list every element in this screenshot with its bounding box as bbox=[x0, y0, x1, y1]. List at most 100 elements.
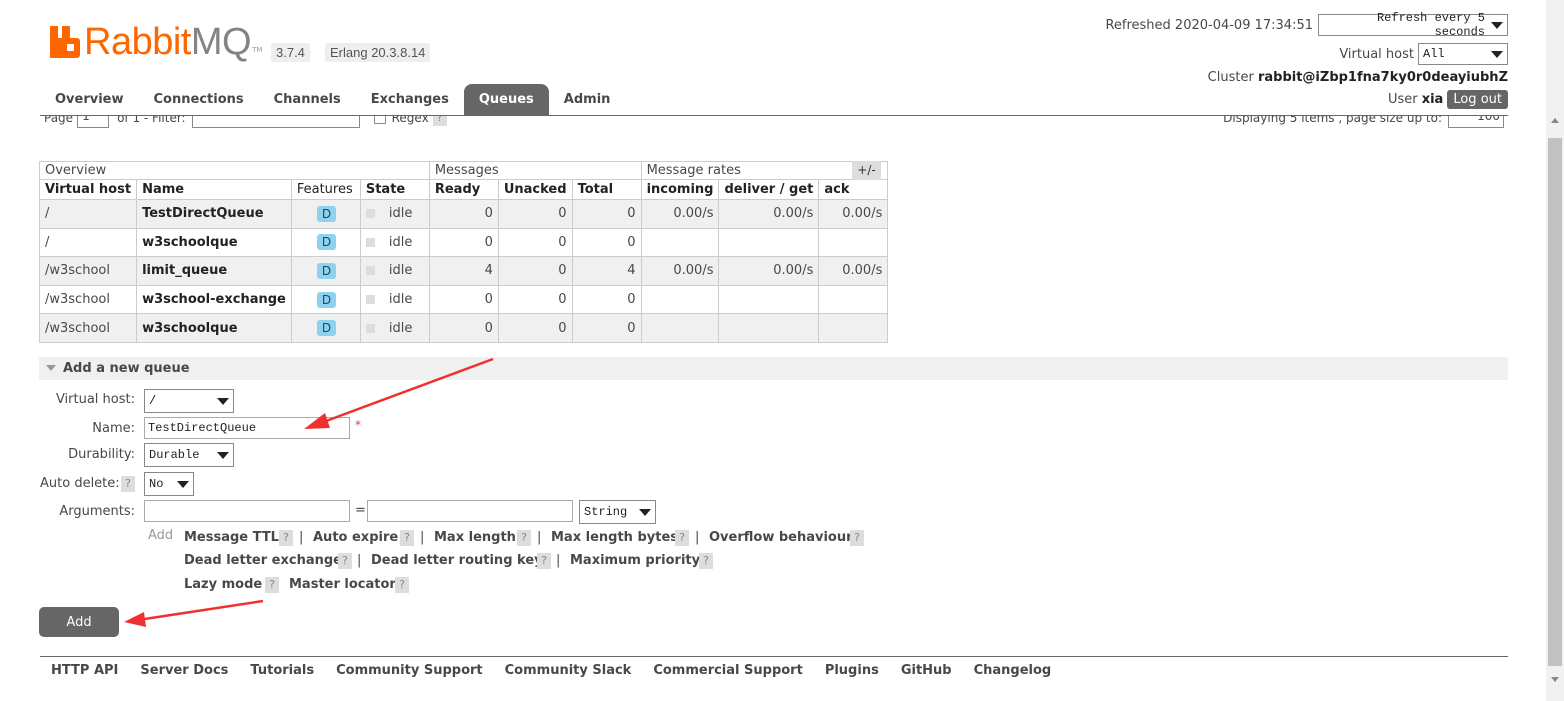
auto-expire-help-icon[interactable]: ? bbox=[400, 530, 414, 546]
footer-changelog[interactable]: Changelog bbox=[963, 663, 1063, 678]
cell-vhost: / bbox=[38, 227, 138, 258]
arg-maximum-priority[interactable]: Maximum priority bbox=[570, 553, 700, 568]
col-incoming[interactable]: incoming bbox=[640, 179, 720, 200]
scroll-up-icon[interactable] bbox=[1551, 118, 1559, 123]
argument-type-select[interactable]: String bbox=[579, 500, 656, 524]
durable-feature-badge: D bbox=[316, 234, 337, 251]
col-name[interactable]: Name bbox=[136, 179, 292, 200]
col-deliver-get[interactable]: deliver / get bbox=[718, 179, 820, 200]
arg-master-locator[interactable]: Master locator bbox=[289, 577, 396, 592]
add-argument-label: Add bbox=[148, 528, 174, 543]
footer-community-support[interactable]: Community Support bbox=[325, 663, 494, 678]
arg-max-length-bytes[interactable]: Max length bytes bbox=[551, 530, 678, 545]
cell-queue-name[interactable]: limit_queue bbox=[136, 256, 292, 286]
footer-plugins[interactable]: Plugins bbox=[814, 663, 890, 678]
arg-lazy-mode[interactable]: Lazy mode bbox=[184, 577, 262, 592]
tab-connections[interactable]: Connections bbox=[139, 84, 259, 115]
queue-row: /w3school limit_queue Didle 4 0 4 0.00/s 0.00/s… bbox=[38, 256, 889, 286]
arg-message-ttl[interactable]: Message TTL bbox=[184, 530, 279, 545]
name-input[interactable]: TestDirectQueue bbox=[144, 417, 350, 439]
col-unacked[interactable]: Unacked bbox=[497, 179, 573, 200]
cell-queue-name[interactable]: w3schoolque bbox=[136, 313, 292, 343]
filter-input[interactable] bbox=[191, 116, 360, 128]
vhost-select[interactable]: All bbox=[1418, 43, 1508, 65]
arg-max-length[interactable]: Max length bbox=[434, 530, 516, 545]
lazy-mode-help-icon[interactable]: ? bbox=[265, 577, 279, 593]
footer-http-api[interactable]: HTTP API bbox=[40, 663, 129, 678]
arg-dead-letter-routing-key[interactable]: Dead letter routing key bbox=[371, 553, 543, 568]
cell-total: 0 bbox=[571, 284, 642, 315]
state-text: idle bbox=[388, 263, 413, 279]
durable-feature-badge: D bbox=[316, 205, 337, 222]
cell-ready: 0 bbox=[428, 199, 499, 229]
page-size-input[interactable]: 100 bbox=[1448, 116, 1504, 128]
footer-community-slack[interactable]: Community Slack bbox=[494, 663, 643, 678]
maximum-priority-help-icon[interactable]: ? bbox=[699, 553, 713, 569]
cell-ack bbox=[818, 227, 889, 258]
cell-vhost: /w3school bbox=[38, 284, 138, 315]
col-ack[interactable]: ack bbox=[818, 179, 889, 200]
col-virtual-host[interactable]: Virtual host bbox=[38, 179, 138, 200]
scrollbar-thumb[interactable] bbox=[1548, 138, 1562, 666]
footer-server-docs[interactable]: Server Docs bbox=[129, 663, 239, 678]
chevron-down-icon bbox=[639, 508, 651, 516]
equals-sign: = bbox=[355, 503, 366, 518]
footer-github[interactable]: GitHub bbox=[890, 663, 963, 678]
cell-total: 0 bbox=[571, 199, 642, 229]
scroll-down-icon[interactable] bbox=[1551, 677, 1559, 682]
regex-help-icon[interactable]: ? bbox=[432, 116, 447, 126]
col-state[interactable]: State bbox=[359, 179, 430, 200]
logout-button[interactable]: Log out bbox=[1447, 89, 1508, 109]
regex-label: Regex bbox=[391, 116, 429, 125]
dead-letter-exchange-help-icon[interactable]: ? bbox=[338, 553, 352, 569]
tab-channels[interactable]: Channels bbox=[259, 84, 356, 115]
footer-tutorials[interactable]: Tutorials bbox=[239, 663, 325, 678]
message-ttl-help-icon[interactable]: ? bbox=[279, 530, 293, 546]
argument-key-input[interactable] bbox=[144, 500, 350, 522]
cell-unacked: 0 bbox=[497, 256, 573, 286]
max-length-bytes-help-icon[interactable]: ? bbox=[675, 530, 689, 546]
tab-overview[interactable]: Overview bbox=[40, 84, 139, 115]
chevron-down-icon bbox=[217, 451, 229, 459]
cell-unacked: 0 bbox=[497, 199, 573, 229]
cell-queue-name[interactable]: TestDirectQueue bbox=[136, 199, 292, 229]
overflow-behaviour-help-icon[interactable]: ? bbox=[850, 530, 864, 546]
add-queue-section-toggle[interactable]: Add a new queue bbox=[39, 357, 1508, 380]
max-length-help-icon[interactable]: ? bbox=[517, 530, 531, 546]
cell-total: 4 bbox=[571, 256, 642, 286]
argument-value-input[interactable] bbox=[367, 500, 573, 522]
arg-overflow-behaviour[interactable]: Overflow behaviour bbox=[709, 530, 853, 545]
cell-total: 0 bbox=[571, 313, 642, 343]
footer-commercial-support[interactable]: Commercial Support bbox=[642, 663, 814, 678]
cell-queue-name[interactable]: w3school-exchange bbox=[136, 284, 292, 315]
master-locator-help-icon[interactable]: ? bbox=[395, 577, 409, 593]
autodelete-help-icon[interactable]: ? bbox=[121, 476, 135, 492]
tab-admin[interactable]: Admin bbox=[549, 84, 626, 115]
idle-state-icon bbox=[365, 295, 375, 305]
page-select[interactable]: 1 bbox=[77, 116, 110, 128]
tab-exchanges[interactable]: Exchanges bbox=[356, 84, 464, 115]
refresh-interval-select[interactable]: Refresh every 5 seconds bbox=[1318, 11, 1508, 39]
arg-auto-expire[interactable]: Auto expire bbox=[313, 530, 398, 545]
dead-letter-routing-key-help-icon[interactable]: ? bbox=[537, 553, 551, 569]
idle-state-icon bbox=[365, 323, 375, 333]
col-total[interactable]: Total bbox=[571, 179, 642, 200]
tab-queues[interactable]: Queues bbox=[463, 84, 549, 115]
page-scrollbar[interactable] bbox=[1546, 0, 1564, 701]
autodelete-select[interactable]: No bbox=[144, 472, 194, 496]
arg-dead-letter-exchange[interactable]: Dead letter exchange bbox=[184, 553, 342, 568]
link-separator: | bbox=[537, 530, 542, 545]
cell-queue-name[interactable]: w3schoolque bbox=[136, 227, 292, 258]
column-toggle-button[interactable]: +/- bbox=[852, 161, 881, 180]
add-queue-button[interactable]: Add queue bbox=[39, 607, 119, 660]
regex-checkbox[interactable] bbox=[373, 116, 386, 124]
user-label: User bbox=[1387, 91, 1418, 107]
cell-vhost: /w3school bbox=[38, 313, 138, 343]
durability-select[interactable]: Durable bbox=[144, 443, 234, 467]
vhost-field-select[interactable]: / bbox=[144, 389, 234, 413]
group-message-rates: Message rates bbox=[640, 161, 889, 180]
cell-features: D bbox=[290, 256, 361, 286]
rabbitmq-logo[interactable]: RabbitMQ TM bbox=[50, 22, 262, 62]
col-ready[interactable]: Ready bbox=[428, 179, 499, 200]
chevron-down-icon bbox=[1491, 21, 1503, 29]
